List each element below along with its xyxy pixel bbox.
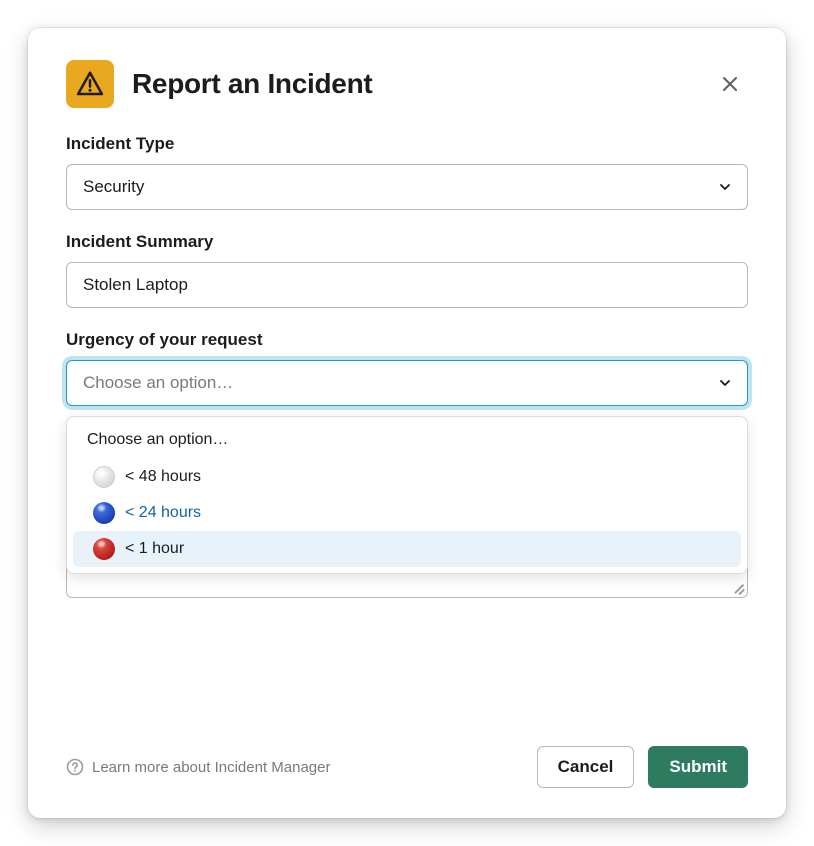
incident-type-value: Security [83,177,144,197]
urgency-dropdown: Choose an option… < 48 hours < 24 hours … [66,416,748,574]
urgency-option-label: < 1 hour [125,540,184,558]
modal-header: Report an Incident [66,60,748,108]
chevron-down-icon [719,181,731,193]
priority-dot-blue-icon [93,502,115,524]
urgency-dropdown-header: Choose an option… [67,431,747,459]
priority-dot-white-icon [93,466,115,488]
close-icon [720,74,740,94]
urgency-option-1h[interactable]: < 1 hour [73,531,741,567]
chevron-down-icon [719,377,731,389]
incident-summary-input[interactable] [66,262,748,308]
urgency-option-label: < 48 hours [125,468,201,486]
priority-dot-red-icon [93,538,115,560]
resize-handle-icon[interactable] [732,582,744,594]
warning-icon [66,60,114,108]
help-link[interactable]: Learn more about Incident Manager [66,758,523,776]
urgency-select[interactable]: Choose an option… [66,360,748,406]
modal-title: Report an Incident [132,68,712,100]
close-button[interactable] [712,66,748,102]
urgency-group: Urgency of your request Choose an option… [66,330,748,598]
urgency-option-24h[interactable]: < 24 hours [73,495,741,531]
urgency-label: Urgency of your request [66,330,748,350]
incident-type-select[interactable]: Security [66,164,748,210]
urgency-placeholder: Choose an option… [83,373,233,393]
incident-summary-group: Incident Summary [66,232,748,308]
submit-button[interactable]: Submit [648,746,748,788]
urgency-option-label: < 24 hours [125,504,201,522]
incident-summary-label: Incident Summary [66,232,748,252]
cancel-button[interactable]: Cancel [537,746,635,788]
report-incident-modal: Report an Incident Incident Type Securit… [28,28,786,818]
incident-type-group: Incident Type Security [66,134,748,210]
urgency-option-48h[interactable]: < 48 hours [73,459,741,495]
modal-footer: Learn more about Incident Manager Cancel… [66,722,748,788]
help-link-text: Learn more about Incident Manager [92,759,330,776]
help-icon [66,758,84,776]
incident-type-label: Incident Type [66,134,748,154]
